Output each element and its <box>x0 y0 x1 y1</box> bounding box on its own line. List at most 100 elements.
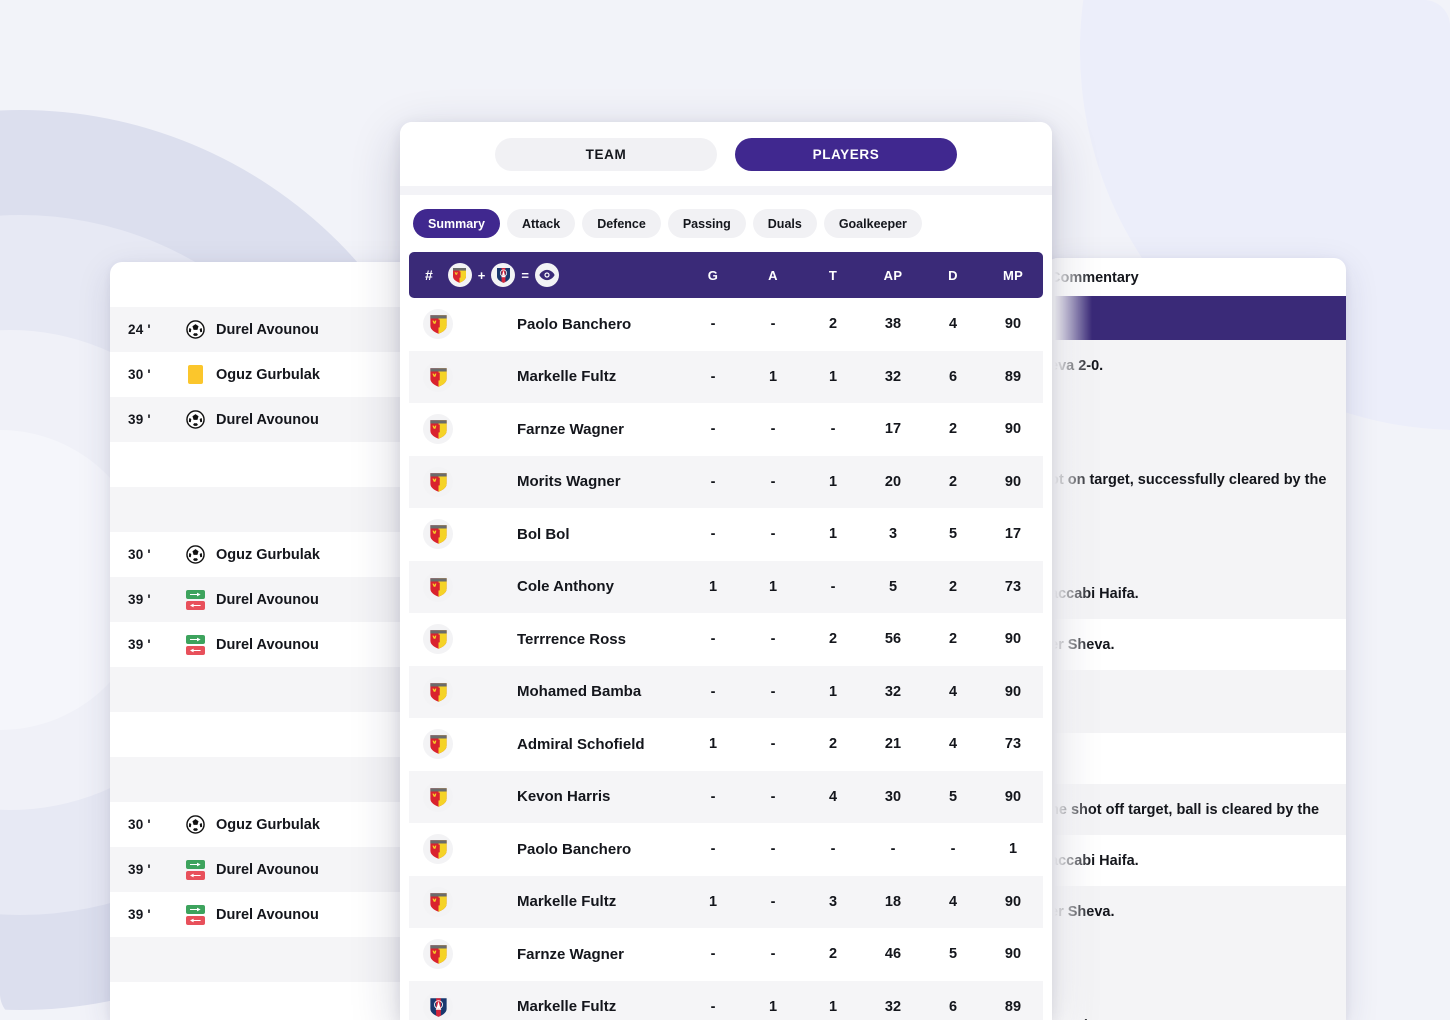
event-minute: 24 ' <box>128 322 151 337</box>
row-team-badge-cell <box>409 729 517 760</box>
header-stat-ap[interactable]: AP <box>863 268 923 283</box>
player-name[interactable]: Morits Wagner <box>517 473 683 490</box>
substitution-icon <box>174 634 216 655</box>
yellow-card-icon <box>174 365 216 384</box>
player-name[interactable]: Mohamed Bamba <box>517 683 683 700</box>
stat-d: 6 <box>948 998 958 1015</box>
rc-lens-badge-icon <box>423 886 453 917</box>
pill-duals[interactable]: Duals <box>752 209 817 238</box>
commentary-text: ot on target, successfully cleared by th… <box>1050 471 1327 488</box>
header-stat-d[interactable]: D <box>923 268 983 283</box>
table-row[interactable]: Paolo Banchero - - - - - 1 <box>409 823 1043 876</box>
stat-ap: 18 <box>884 893 902 910</box>
player-name[interactable]: Admiral Schofield <box>517 736 683 753</box>
table-row[interactable]: Paolo Banchero - - 2 38 4 90 <box>409 298 1043 351</box>
stat-t: 3 <box>828 893 838 910</box>
event-player-name: Durel Avounou <box>216 906 319 923</box>
goal-ball-icon <box>174 815 216 834</box>
substitution-icon <box>174 904 216 925</box>
goal-ball-icon <box>174 320 216 339</box>
event-minute: 30 ' <box>128 367 151 382</box>
player-name[interactable]: Markelle Fultz <box>517 998 683 1015</box>
stat-g: - <box>710 526 716 543</box>
pill-summary[interactable]: Summary <box>413 209 500 238</box>
rc-lens-badge-icon <box>423 361 453 392</box>
player-name[interactable]: Kevon Harris <box>517 788 683 805</box>
table-row[interactable]: Farnze Wagner - - - 17 2 90 <box>409 403 1043 456</box>
stat-d: 2 <box>948 473 958 490</box>
event-minute: 39 ' <box>128 637 151 652</box>
stat-mp: 90 <box>1004 788 1022 805</box>
eye-icon[interactable] <box>534 263 559 287</box>
player-name[interactable]: Bol Bol <box>517 526 683 543</box>
stat-g: - <box>710 316 716 333</box>
player-name[interactable]: Terrrence Ross <box>517 631 683 648</box>
stat-mp: 89 <box>1004 998 1022 1015</box>
commentary-row: ot on target, successfully cleared by th… <box>1046 454 1346 505</box>
stat-d: 4 <box>948 316 958 333</box>
pill-defence[interactable]: Defence <box>582 209 661 238</box>
stat-ap: 5 <box>888 578 898 595</box>
pill-attack[interactable]: Attack <box>506 209 576 238</box>
rc-lens-badge-icon <box>423 939 453 970</box>
player-name[interactable]: Cole Anthony <box>517 578 683 595</box>
stat-a: 1 <box>768 998 778 1015</box>
header-stat-mp[interactable]: MP <box>983 268 1043 283</box>
table-row[interactable]: Mohamed Bamba - - 1 32 4 90 <box>409 665 1043 718</box>
stat-mp: 73 <box>1004 736 1022 753</box>
player-name[interactable]: Markelle Fultz <box>517 368 683 385</box>
event-player-name: Durel Avounou <box>216 411 319 428</box>
row-team-badge-cell <box>409 834 517 865</box>
stat-a: - <box>770 683 776 700</box>
row-team-badge-cell <box>409 991 517 1020</box>
stat-d: 4 <box>948 736 958 753</box>
event-player-name: Oguz Gurbulak <box>216 366 320 383</box>
commentary-blank-row <box>1046 505 1346 568</box>
stat-mp: 1 <box>1008 841 1018 858</box>
header-stat-g[interactable]: G <box>683 268 743 283</box>
rc-lens-badge-icon <box>423 309 453 340</box>
table-row[interactable]: Markelle Fultz 1 - 3 18 4 90 <box>409 875 1043 928</box>
pill-goalkeeper[interactable]: Goalkeeper <box>823 209 922 238</box>
table-row[interactable]: Farnze Wagner - - 2 46 5 90 <box>409 928 1043 981</box>
row-team-badge-cell <box>409 624 517 655</box>
table-row[interactable]: Terrrence Ross - - 2 56 2 90 <box>409 613 1043 666</box>
stat-ap: - <box>890 841 896 858</box>
rc-lens-badge-icon <box>423 571 453 602</box>
stat-a: 1 <box>768 578 778 595</box>
table-row[interactable]: Cole Anthony 1 1 - 5 2 73 <box>409 560 1043 613</box>
header-stat-t[interactable]: T <box>803 268 863 283</box>
commentary-card: Commentary eva 2-0. ot on target, success… <box>1046 258 1346 1020</box>
header-stat-a[interactable]: A <box>743 268 803 283</box>
stat-t: 2 <box>828 316 838 333</box>
player-name[interactable]: Paolo Banchero <box>517 316 683 333</box>
pill-passing[interactable]: Passing <box>667 209 746 238</box>
stat-mp: 90 <box>1004 946 1022 963</box>
stat-d: 4 <box>948 893 958 910</box>
stat-a: - <box>770 631 776 648</box>
stat-d: - <box>950 841 956 858</box>
stat-ap: 32 <box>884 368 902 385</box>
stat-d: 5 <box>948 788 958 805</box>
rc-lens-badge-icon <box>423 466 453 497</box>
commentary-row: er Sheva. <box>1046 886 1346 937</box>
event-player-name: Durel Avounou <box>216 321 319 338</box>
stat-g: 1 <box>708 893 718 910</box>
table-row[interactable]: Markelle Fultz - 1 1 32 6 89 <box>409 350 1043 403</box>
player-name[interactable]: Farnze Wagner <box>517 421 683 438</box>
row-team-badge-cell <box>409 781 517 812</box>
table-row[interactable]: Kevon Harris - - 4 30 5 90 <box>409 770 1043 823</box>
table-row[interactable]: Morits Wagner - - 1 20 2 90 <box>409 455 1043 508</box>
header-number-symbol: # <box>425 267 433 283</box>
stat-g: - <box>710 998 716 1015</box>
stat-mp: 17 <box>1004 526 1022 543</box>
player-name[interactable]: Markelle Fultz <box>517 893 683 910</box>
player-name[interactable]: Paolo Banchero <box>517 841 683 858</box>
table-row[interactable]: Bol Bol - - 1 3 5 17 <box>409 508 1043 561</box>
tab-team[interactable]: TEAM <box>495 137 717 171</box>
table-row[interactable]: Admiral Schofield 1 - 2 21 4 73 <box>409 718 1043 771</box>
player-name[interactable]: Farnze Wagner <box>517 946 683 963</box>
table-row[interactable]: Markelle Fultz - 1 1 32 6 89 <box>409 980 1043 1020</box>
tab-players[interactable]: PLAYERS <box>735 137 957 171</box>
commentary-row: accabi Haifa. <box>1046 835 1346 886</box>
